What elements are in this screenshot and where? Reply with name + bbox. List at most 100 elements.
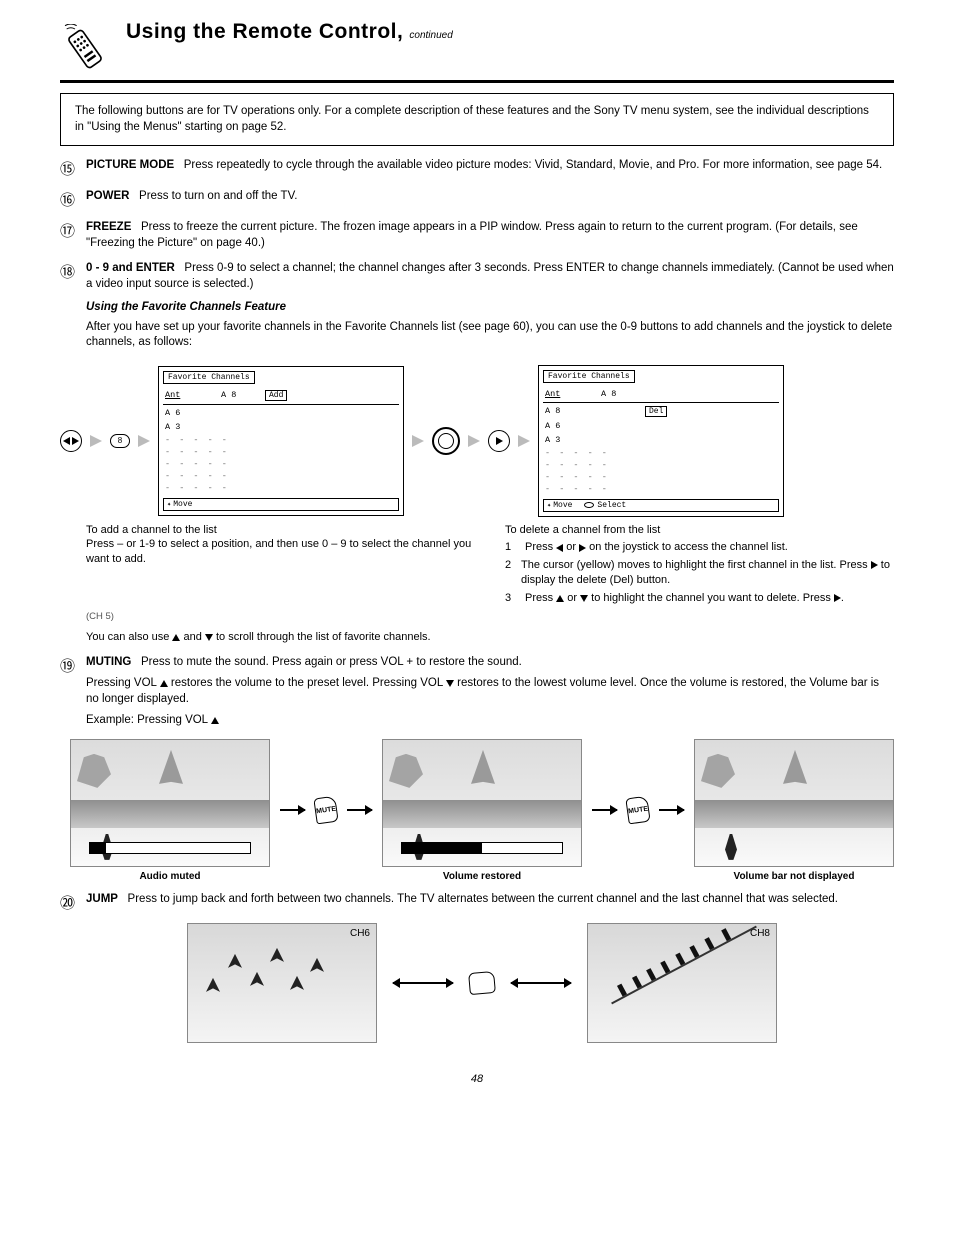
item-body-19: MUTING Press to mute the sound. Press ag… (86, 655, 894, 729)
menu-slot: - - - - - (543, 471, 779, 483)
item-text-17: Press to freeze the current picture. The… (86, 221, 858, 249)
delete-instructions: To delete a channel from the list 1 Pres… (505, 523, 894, 645)
mute-sequence: Audio muted MUTE Volume restored MUTE Vo… (70, 739, 894, 882)
item-label-17: FREEZE (86, 221, 131, 233)
page-title-continued: continued (409, 30, 452, 41)
item-body-20: JUMP Press to jump back and forth betwee… (86, 892, 838, 913)
bidirectional-arrow-icon (393, 982, 453, 984)
menu-add-button: Add (265, 390, 287, 401)
arrow-icon (659, 809, 684, 811)
menu-channel: A 3 (545, 435, 601, 445)
arrow-icon (592, 809, 617, 811)
item-text-20: Press to jump back and forth between two… (128, 893, 838, 905)
jump-frame-right: CH8 (587, 923, 777, 1043)
channel-label-left: CH6 (350, 928, 370, 939)
menu-slot: - - - - - (163, 446, 399, 458)
arrow-icon (347, 809, 372, 811)
menu-ant-label: Ant (165, 390, 221, 400)
menu-channel: A 8 (545, 406, 601, 416)
mute-frame-2: Volume restored (382, 739, 582, 882)
up-arrow-icon (556, 595, 564, 602)
add-instructions: To add a channel to the list Press – or … (86, 523, 475, 645)
menu-select-label: Select (597, 501, 626, 510)
jump-frame-left: CH6 (187, 923, 377, 1043)
mute-caption-1: Audio muted (70, 871, 270, 882)
arrow-icon (138, 435, 150, 447)
item-19: ⑲ MUTING Press to mute the sound. Press … (60, 655, 894, 729)
down-arrow-icon (446, 680, 454, 687)
page-title: Using the Remote Control, (126, 20, 403, 43)
menu-slot: - - - - - (163, 482, 399, 494)
mute-caption-2: Volume restored (382, 871, 582, 882)
right-arrow-icon (834, 594, 841, 602)
arrow-icon (280, 809, 305, 811)
item-number-20: ⑳ (60, 892, 86, 913)
item-text-18: Press 0-9 to select a channel; the chann… (86, 262, 894, 290)
number-button-icon: 8 (110, 434, 130, 448)
arrow-icon (90, 435, 102, 447)
menu-slot: - - - - - (163, 434, 399, 446)
arrow-icon (518, 435, 530, 447)
menu-footer: ✦Move (163, 498, 399, 511)
right-arrow-icon (579, 544, 586, 552)
down-arrow-icon (580, 595, 588, 602)
add-body: Press – or 1-9 to select a position, and… (86, 537, 475, 567)
menu-channel: A 8 (221, 390, 265, 400)
bidirectional-arrow-icon (511, 982, 571, 984)
menu-del-button: Del (645, 406, 667, 417)
mute-caption-3: Volume bar not displayed (694, 871, 894, 882)
menu-slot: - - - - - (163, 458, 399, 470)
menu-slot: - - - - - (163, 470, 399, 482)
menu-slot: - - - - - (543, 459, 779, 471)
item-17: ⑰ FREEZE Press to freeze the current pic… (60, 220, 894, 251)
up-arrow-icon (160, 680, 168, 687)
item-body-15: PICTURE MODE Press repeatedly to cycle t… (86, 158, 882, 179)
item-number-17: ⑰ (60, 220, 86, 251)
mute-button-icon: MUTE (625, 796, 651, 825)
jump-sequence: CH6 CH8 (70, 923, 894, 1043)
item-label-19: MUTING (86, 656, 131, 668)
joystick-nav-icon (488, 430, 510, 452)
item-16: ⑯ POWER Press to turn on and off the TV. (60, 189, 894, 210)
menu-move-label: Move (553, 501, 572, 510)
item-20: ⑳ JUMP Press to jump back and forth betw… (60, 892, 894, 913)
mute-frame-1: Audio muted (70, 739, 270, 882)
mute-button-icon: MUTE (313, 796, 339, 825)
del-heading: To delete a channel from the list (505, 523, 894, 538)
header-title-group: Using the Remote Control, continued (126, 20, 453, 44)
favorite-channels-menu-after: Favorite Channels Ant A 8 A 8 Del A 6 A … (538, 365, 784, 517)
menu-title: Favorite Channels (163, 371, 255, 384)
menu-slot: - - - - - (543, 447, 779, 459)
item-label-16: POWER (86, 190, 129, 202)
item-18: ⑱ 0 - 9 and ENTER Press 0-9 to select a … (60, 261, 894, 351)
item-15: ⑮ PICTURE MODE Press repeatedly to cycle… (60, 158, 894, 179)
header-rule (60, 80, 894, 83)
item-number-19: ⑲ (60, 655, 86, 729)
remote-control-icon (60, 24, 110, 74)
up-arrow-icon (211, 717, 219, 724)
menu-channel: A 6 (545, 421, 601, 431)
channel-label-right: CH8 (750, 928, 770, 939)
menu-move-label: Move (173, 500, 192, 509)
item-sublabel-18: Using the Favorite Channels Feature (86, 301, 286, 313)
add-heading: To add a channel to the list (86, 523, 475, 538)
item-hint-19: Pressing VOL restores the volume to the … (86, 676, 894, 707)
item-number-18: ⑱ (60, 261, 86, 351)
intro-box: The following buttons are for TV operati… (60, 93, 894, 146)
down-arrow-icon (205, 634, 213, 641)
menu-channel: A 3 (165, 422, 221, 432)
menu-channel: A 8 (601, 389, 645, 399)
header: Using the Remote Control, continued (60, 20, 894, 74)
item-text-15: Press repeatedly to cycle through the av… (184, 159, 882, 171)
favorite-channels-diagram: 8 Favorite Channels Ant A 8 Add A 6 A 3 … (60, 365, 894, 517)
joystick-press-icon (432, 427, 460, 455)
menu-title: Favorite Channels (543, 370, 635, 383)
item-label-20: JUMP (86, 893, 118, 905)
page-number: 48 (60, 1073, 894, 1085)
item-text-16: Press to turn on and off the TV. (139, 190, 297, 202)
right-arrow-icon (871, 561, 878, 569)
item-body-17: FREEZE Press to freeze the current pictu… (86, 220, 894, 251)
menu-channel: A 6 (165, 408, 221, 418)
arrow-icon (468, 435, 480, 447)
menu-footer: ✦Move Select (543, 499, 779, 512)
